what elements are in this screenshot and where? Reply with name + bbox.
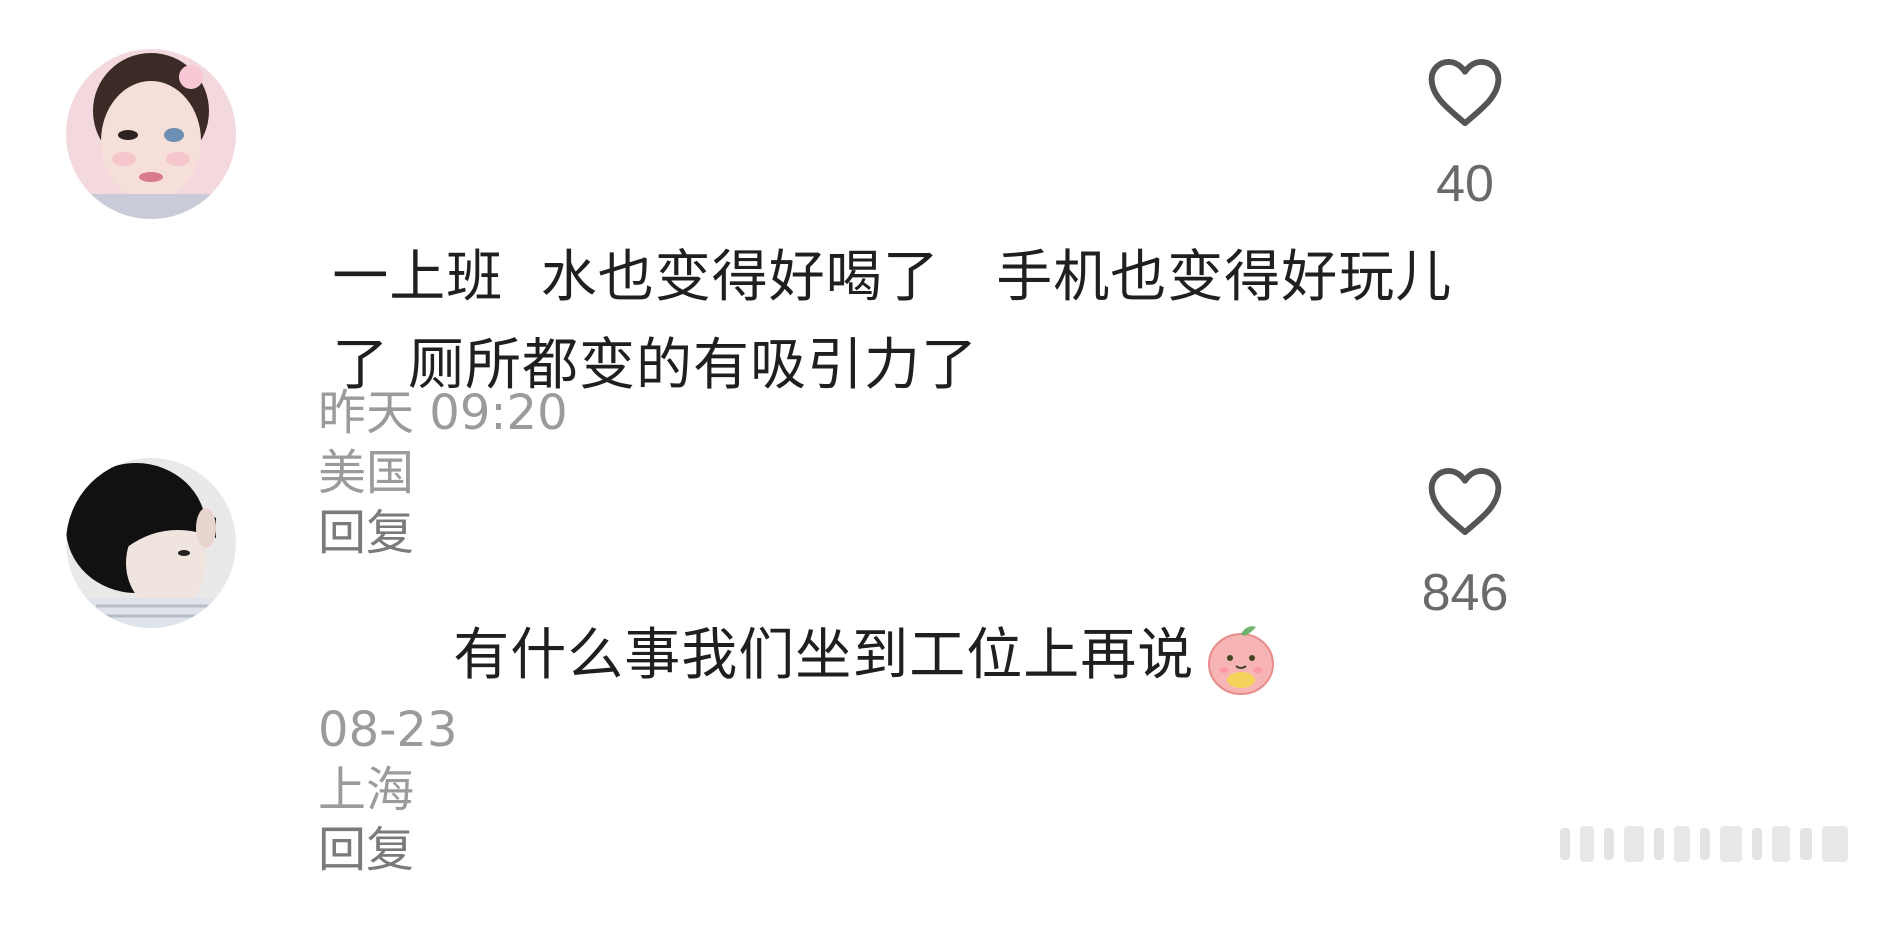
- reply-button[interactable]: 回复: [318, 822, 414, 878]
- comment-date: 昨天 09:20: [318, 385, 568, 441]
- like-count: 40: [1436, 155, 1494, 213]
- avatar-image: [66, 458, 236, 628]
- avatar-image: [66, 49, 236, 219]
- comment-location: 上海: [318, 762, 415, 818]
- like-count: 846: [1421, 564, 1509, 622]
- comment-text: 有什么事我们坐到工位上再说: [378, 530, 1282, 784]
- peach-cat-emoji: [1200, 618, 1282, 700]
- avatar[interactable]: [66, 458, 236, 628]
- comment-text-line: 有什么事我们坐到工位上再说: [453, 623, 1195, 688]
- comment-meta: 08-23 上海 回复: [257, 640, 458, 940]
- watermark: [1560, 820, 1860, 868]
- comment-date: 08-23: [318, 702, 458, 758]
- like-button[interactable]: 40: [1390, 56, 1540, 214]
- comment-location: 美国: [318, 445, 415, 501]
- avatar[interactable]: [66, 49, 236, 219]
- heart-outline-icon: [1428, 58, 1502, 127]
- heart-outline-icon: [1428, 467, 1502, 536]
- like-button[interactable]: 846: [1390, 465, 1540, 623]
